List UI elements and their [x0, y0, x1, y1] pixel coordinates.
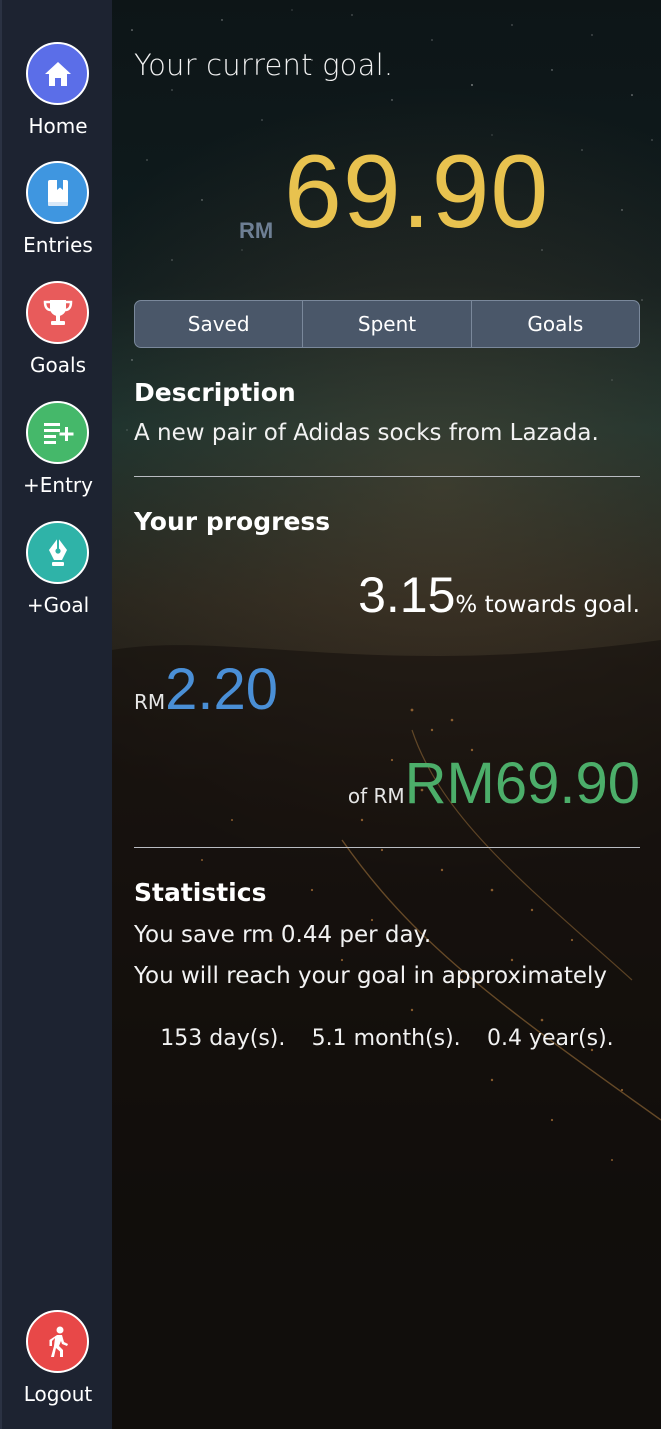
app-window: Home Entries Goals +Entry +Goal Logout Y… — [0, 0, 661, 1429]
page-title: Your current goal. — [134, 48, 394, 82]
progress-percent-line: 3.15% towards goal. — [358, 566, 640, 624]
progress-percent: 3.15 — [358, 567, 456, 623]
tab-spent[interactable]: Spent — [303, 301, 472, 347]
sidebar-item-label: Goals — [30, 353, 86, 377]
add-list-icon — [26, 401, 89, 464]
progress-title: Your progress — [134, 507, 331, 536]
description-text: A new pair of Adidas socks from Lazada. — [134, 420, 599, 446]
sidebar-item-goals[interactable]: Goals — [2, 281, 114, 385]
saved-amount: 2.20 — [165, 657, 279, 722]
statistics-title: Statistics — [134, 878, 267, 907]
book-icon — [26, 161, 89, 224]
progress-percent-suffix: % towards goal. — [455, 592, 640, 618]
sidebar: Home Entries Goals +Entry +Goal Logout — [0, 0, 112, 1429]
eta-days: 153 day(s). — [160, 1026, 286, 1051]
divider — [134, 476, 640, 477]
sidebar-item-label: +Goal — [26, 593, 90, 617]
sidebar-item-home[interactable]: Home — [2, 42, 114, 146]
sidebar-item-entries[interactable]: Entries — [2, 161, 114, 265]
home-icon — [26, 42, 89, 105]
tab-saved[interactable]: Saved — [135, 301, 304, 347]
pen-nib-icon — [26, 521, 89, 584]
goal-currency: RM — [239, 218, 274, 243]
goal-amount: 69.90 — [284, 134, 550, 250]
divider — [134, 847, 640, 848]
sidebar-item-label: Entries — [23, 233, 93, 257]
target-amount: RM69.90 — [404, 751, 640, 816]
sidebar-item-add-goal[interactable]: +Goal — [2, 521, 114, 625]
logout-label: Logout — [23, 1382, 93, 1406]
saved-currency: RM — [134, 690, 166, 714]
logout-button[interactable]: Logout — [2, 1310, 114, 1414]
savings-per-day-text: You save rm 0.44 per day. — [134, 922, 432, 948]
sidebar-item-label: Home — [28, 114, 88, 138]
sidebar-item-label: +Entry — [23, 473, 93, 497]
reach-goal-text: You will reach your goal in approximatel… — [134, 963, 608, 989]
sidebar-item-add-entry[interactable]: +Entry — [2, 401, 114, 505]
eta-years: 0.4 year(s). — [486, 1026, 614, 1051]
tab-goals[interactable]: Goals — [472, 301, 639, 347]
saved-amount-line: RM2.20 — [134, 656, 278, 723]
description-title: Description — [134, 378, 296, 407]
eta-row: 153 day(s). 5.1 month(s). 0.4 year(s). — [134, 1026, 640, 1051]
main-panel: Your current goal. RM 69.90 Saved Spent … — [112, 0, 661, 1429]
target-amount-line: of RMRM69.90 — [348, 750, 640, 817]
trophy-icon — [26, 281, 89, 344]
target-prefix: of RM — [347, 784, 405, 808]
eta-months: 5.1 month(s). — [311, 1026, 461, 1051]
view-tabs: Saved Spent Goals — [134, 300, 640, 348]
walking-person-icon — [26, 1310, 89, 1373]
